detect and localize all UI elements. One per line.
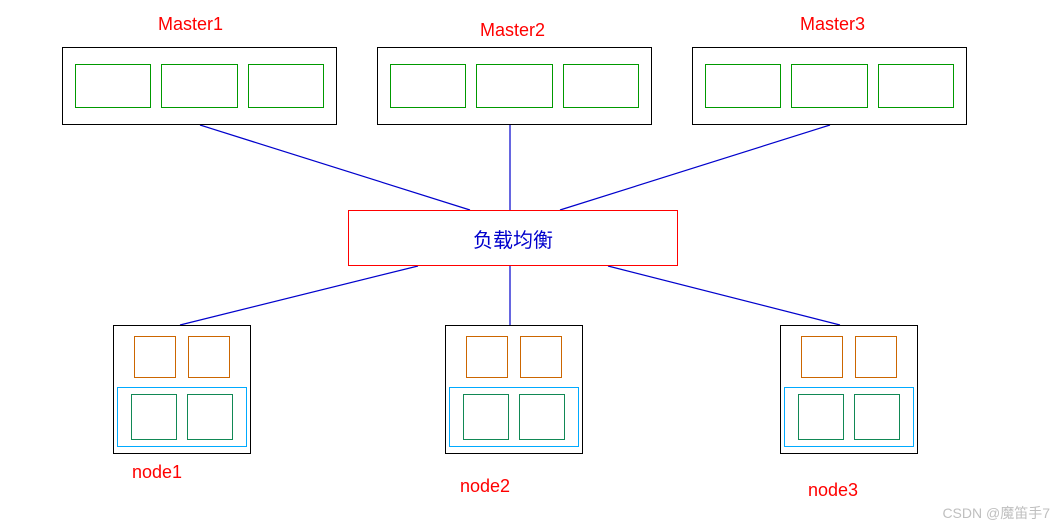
node-bottom-row	[117, 387, 247, 447]
master-label-1: Master1	[158, 14, 223, 35]
node-box-2	[445, 325, 583, 454]
node-bottom-slot	[798, 394, 844, 440]
master-slot	[161, 64, 237, 108]
master-box-2	[377, 47, 652, 125]
master-slot	[563, 64, 639, 108]
master-slot	[75, 64, 151, 108]
master-slot	[476, 64, 552, 108]
node-bottom-slot	[854, 394, 900, 440]
master-slot	[791, 64, 867, 108]
master-label-2: Master2	[480, 20, 545, 41]
node-bottom-slot	[131, 394, 177, 440]
watermark: CSDN @魔笛手7	[942, 503, 1050, 523]
node-top-slot	[466, 336, 508, 378]
node-bottom-slot	[187, 394, 233, 440]
node-top-row	[114, 336, 250, 380]
master-slot	[878, 64, 954, 108]
master-box-1	[62, 47, 337, 125]
master-label-3: Master3	[800, 14, 865, 35]
node-bottom-slot	[519, 394, 565, 440]
node-label-1: node1	[132, 462, 182, 483]
load-balancer-box: 负载均衡	[348, 210, 678, 266]
node-top-slot	[134, 336, 176, 378]
node-top-row	[781, 336, 917, 380]
master-slot	[248, 64, 324, 108]
node-top-slot	[520, 336, 562, 378]
node-box-3	[780, 325, 918, 454]
node-bottom-row	[784, 387, 914, 447]
diagram-canvas: Master1 Master2 Master3 负载均衡	[0, 0, 1062, 529]
node-bottom-slot	[463, 394, 509, 440]
master-slot	[390, 64, 466, 108]
master-box-3	[692, 47, 967, 125]
node-top-row	[446, 336, 582, 380]
node-box-1	[113, 325, 251, 454]
load-balancer-label: 负载均衡	[473, 224, 553, 253]
node-label-3: node3	[808, 480, 858, 501]
node-top-slot	[801, 336, 843, 378]
node-label-2: node2	[460, 476, 510, 497]
node-top-slot	[855, 336, 897, 378]
master-slot	[705, 64, 781, 108]
node-top-slot	[188, 336, 230, 378]
node-bottom-row	[449, 387, 579, 447]
